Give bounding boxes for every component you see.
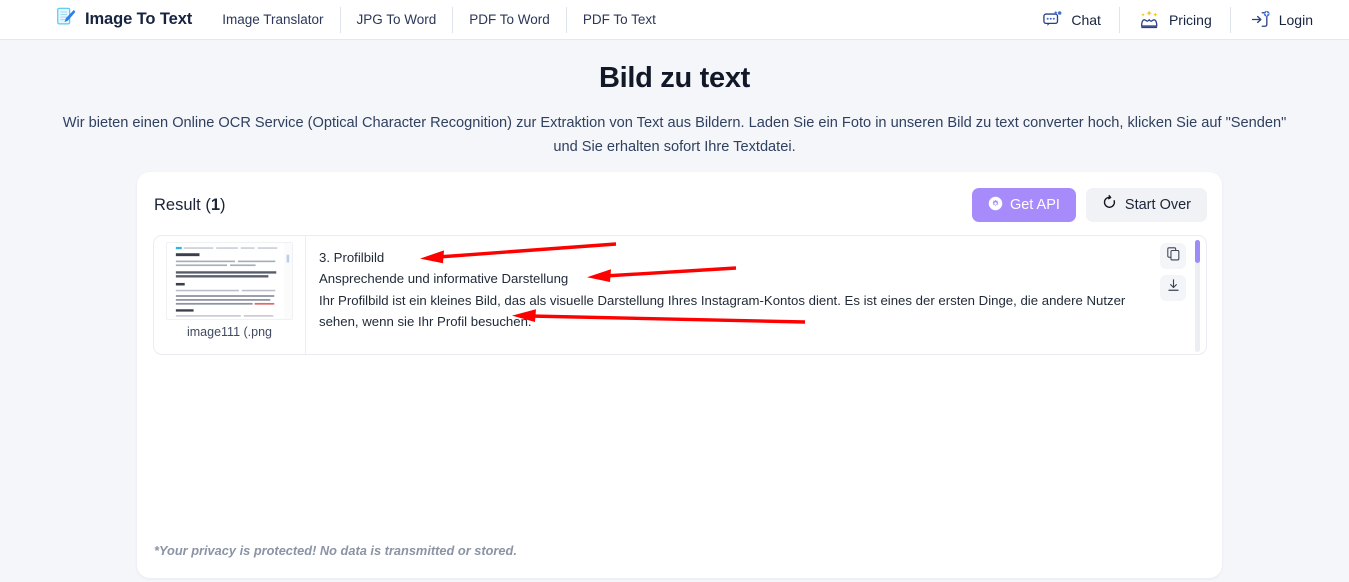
privacy-note: *Your privacy is protected! No data is t… (154, 543, 517, 558)
ocr-line-1: 3. Profilbild (319, 250, 385, 265)
pricing-label: Pricing (1168, 11, 1212, 28)
result-scrollbar[interactable] (1195, 240, 1200, 352)
start-over-label: Start Over (1124, 197, 1191, 213)
download-button[interactable] (1160, 275, 1186, 301)
copy-icon (1166, 246, 1181, 266)
navbar-right-group: Chat Pricing Login (1024, 0, 1331, 39)
hero-section: Bild zu text Wir bieten einen Online OCR… (0, 40, 1349, 159)
brand-logo[interactable]: Image To Text (0, 0, 206, 39)
chat-button[interactable]: Chat (1024, 7, 1119, 33)
navbar-menu: Image Translator JPG To Word PDF To Word… (206, 0, 672, 39)
ocr-line-2: Ansprechende und informative Darstellung (319, 271, 569, 287)
copy-button[interactable] (1160, 243, 1186, 269)
start-over-button[interactable]: Start Over (1085, 188, 1207, 222)
result-card-actions: Get API Start Over (971, 188, 1207, 222)
ocr-text-output[interactable]: 3. Profilbild Ansprechende und informati… (306, 236, 1206, 354)
chat-label: Chat (1071, 11, 1101, 28)
get-api-label: Get API (1009, 197, 1060, 213)
file-thumbnail[interactable]: image111 (.png (154, 236, 306, 354)
nav-item-pdf-to-word[interactable]: PDF To Word (452, 6, 566, 33)
download-icon (1166, 278, 1181, 298)
result-heading: Result (1) (154, 196, 226, 215)
login-arrow-icon (1249, 9, 1271, 30)
document-pen-icon (55, 6, 77, 33)
file-name: image111 (.png (186, 325, 272, 339)
result-label-text: Result ( (154, 195, 211, 214)
result-tools (1160, 243, 1186, 301)
nav-item-image-translator[interactable]: Image Translator (206, 7, 339, 33)
result-card-header: Result (1) Get API Start Over (137, 172, 1222, 222)
top-navbar: Image To Text Image Translator JPG To Wo… (0, 0, 1349, 40)
refresh-icon (1102, 195, 1118, 215)
login-button[interactable]: Login (1229, 6, 1331, 33)
result-scrollbar-thumb[interactable] (1195, 240, 1200, 263)
get-api-button[interactable]: Get API (971, 188, 1076, 222)
result-card: Result (1) Get API Start Over image111 (… (137, 172, 1222, 578)
result-count: 1 (210, 195, 221, 214)
crown-icon (1138, 9, 1161, 30)
page-description: Wir bieten einen Online OCR Service (Opt… (62, 115, 1287, 155)
login-label: Login (1278, 11, 1313, 28)
brand-label: Image To Text (85, 10, 193, 28)
result-label-close: ) (220, 195, 226, 214)
page-title: Bild zu text (598, 62, 751, 94)
pricing-button[interactable]: Pricing (1118, 6, 1230, 33)
navbar-left-group: Image To Text Image Translator JPG To Wo… (0, 0, 672, 39)
thumbnail-preview-image (166, 242, 293, 320)
chat-bubble-icon (1042, 9, 1063, 30)
settings-circle-icon (988, 196, 1003, 215)
nav-item-pdf-to-text[interactable]: PDF To Text (565, 6, 672, 33)
result-item: image111 (.png 3. Profilbild Ansprechend… (153, 235, 1207, 355)
ocr-line-3: Ihr Profilbild ist ein kleines Bild, das… (319, 292, 1126, 330)
nav-item-jpg-to-word[interactable]: JPG To Word (339, 6, 453, 33)
